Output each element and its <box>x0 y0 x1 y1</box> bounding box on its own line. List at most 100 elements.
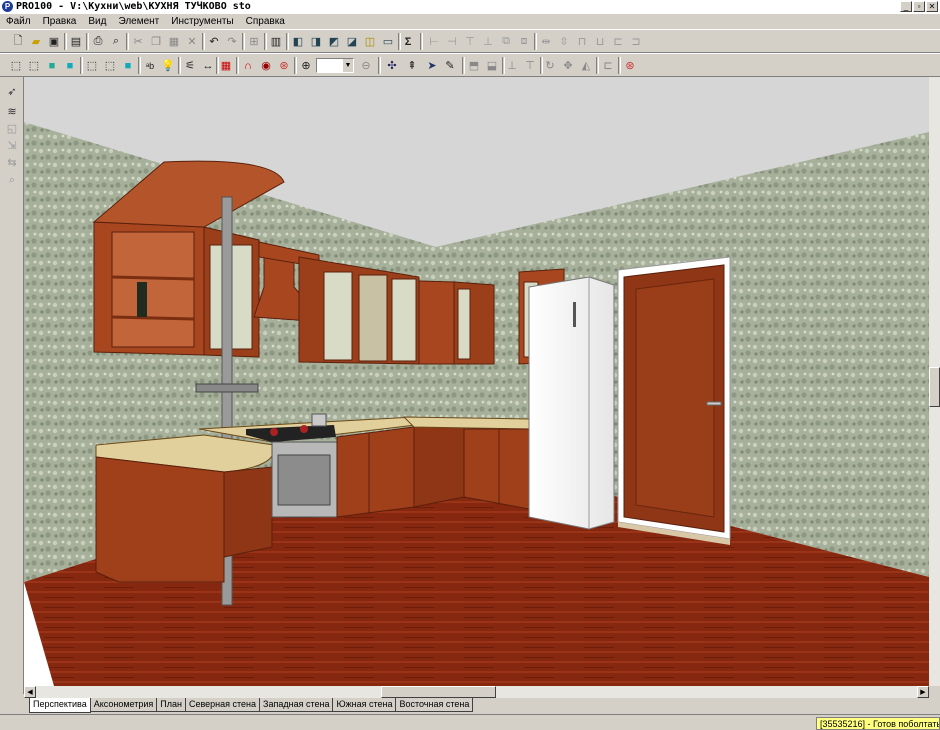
scale-object-icon[interactable]: ⇲ <box>4 139 20 154</box>
box-outline-icon[interactable]: ⬚ <box>84 58 100 73</box>
align-bottom-icon[interactable]: ⧈ <box>516 34 532 49</box>
undo-icon[interactable]: ↶ <box>206 34 222 49</box>
measure-icon[interactable]: ⚟ <box>182 58 198 73</box>
new-file-icon[interactable]: 🗋 <box>10 34 26 49</box>
align-center-icon[interactable]: ⊣ <box>444 34 460 49</box>
main-toolbar: 🗋 ▰ ▣ ▤ ⎙ ⌕ ✂ ❐ ▦ ✕ ↶ ↷ ⊞ ▥ ◧ ◨ ◩ ◪ ◫ ▭ … <box>0 29 940 53</box>
scroll-left-icon[interactable]: ◀ <box>24 686 36 698</box>
distribute-h-icon[interactable]: ⇹ <box>538 34 554 49</box>
view-tabs: Перспектива Аксонометрия План Северная с… <box>24 698 940 714</box>
print-preview-icon[interactable]: ⌕ <box>108 34 124 49</box>
paste-icon[interactable]: ▦ <box>166 34 182 49</box>
pencil-icon[interactable]: ✎ <box>442 58 458 73</box>
lifebuoy-icon[interactable]: ⊛ <box>276 58 292 73</box>
zoom-in-icon[interactable]: ⊕ <box>298 58 314 73</box>
view1-icon[interactable]: ◧ <box>290 34 306 49</box>
grid-icon[interactable]: ▦ <box>218 58 234 73</box>
properties-icon[interactable]: ⊞ <box>246 34 262 49</box>
frame-icon[interactable]: ⬒ <box>466 58 482 73</box>
print-icon[interactable]: ⎙ <box>90 34 106 49</box>
same-height-icon[interactable]: ⊔ <box>592 34 608 49</box>
magnet-icon[interactable]: ∩ <box>240 58 256 73</box>
box-solid-icon[interactable]: ■ <box>120 58 136 73</box>
wall-icon[interactable]: ≋ <box>4 105 20 120</box>
help-lifebuoy-icon[interactable]: ⊛ <box>622 58 638 73</box>
box-color-icon[interactable]: ■ <box>44 58 60 73</box>
distribute-v-icon[interactable]: ⇳ <box>556 34 572 49</box>
menu-edit[interactable]: Правка <box>37 14 83 29</box>
light-bulb-icon[interactable]: 💡 <box>160 58 176 73</box>
move-up-icon[interactable]: ⇞ <box>404 58 420 73</box>
move-icon[interactable]: ✥ <box>560 58 576 73</box>
box-front-icon[interactable]: ⬚ <box>8 58 24 73</box>
app-icon[interactable]: P <box>2 1 13 12</box>
tab-axonometry[interactable]: Аксонометрия <box>89 698 158 712</box>
dimension-tool-icon[interactable]: ⇆ <box>4 156 20 171</box>
box-outline2-icon[interactable]: ⬚ <box>102 58 118 73</box>
menu-tools[interactable]: Инструменты <box>165 14 239 29</box>
rotate-object-icon[interactable]: ◱ <box>4 122 20 137</box>
pointer-icon[interactable]: ➶ <box>4 85 20 100</box>
rotate-icon[interactable]: ↻ <box>542 58 558 73</box>
minimize-button[interactable]: _ <box>900 1 912 12</box>
horizontal-scroll-thumb[interactable] <box>381 686 496 698</box>
panel-icon[interactable]: ⊏ <box>600 58 616 73</box>
same-width-icon[interactable]: ⊓ <box>574 34 590 49</box>
snap-icon[interactable]: ✣ <box>384 58 400 73</box>
align-middle-icon[interactable]: ⧉ <box>498 34 514 49</box>
tab-west-wall[interactable]: Западная стена <box>259 698 334 712</box>
tab-east-wall[interactable]: Восточная стена <box>395 698 474 712</box>
pin2-icon[interactable]: ⊤ <box>522 58 538 73</box>
frame2-icon[interactable]: ⬓ <box>484 58 500 73</box>
zoom-out-icon[interactable]: ⊖ <box>358 58 374 73</box>
box-side-icon[interactable]: ⬚ <box>26 58 42 73</box>
tab-perspective[interactable]: Перспектива <box>29 698 91 713</box>
target-icon[interactable]: ◉ <box>258 58 274 73</box>
mirror-icon[interactable]: ◭ <box>578 58 594 73</box>
kitchen-scene <box>24 77 929 686</box>
delete-icon[interactable]: ✕ <box>184 34 200 49</box>
dimension-icon[interactable]: ↔ <box>200 58 216 73</box>
cut-icon[interactable]: ✂ <box>130 34 146 49</box>
pin-icon[interactable]: ⊥ <box>504 58 520 73</box>
zoom-level-select[interactable]: ▼ <box>316 58 354 73</box>
tab-north-wall[interactable]: Северная стена <box>184 698 261 712</box>
vertical-scroll-thumb[interactable] <box>929 367 940 407</box>
align-right-icon[interactable]: ⊤ <box>462 34 478 49</box>
3d-viewport[interactable] <box>24 77 929 686</box>
close-button[interactable]: ✕ <box>926 1 938 12</box>
copy-icon[interactable]: ❐ <box>148 34 164 49</box>
scroll-right-icon[interactable]: ▶ <box>917 686 929 698</box>
select-pointer-icon[interactable]: ➤ <box>424 58 440 73</box>
status-message: [35535216] - Готов поболтать <box>816 717 940 730</box>
menu-help[interactable]: Справка <box>240 14 291 29</box>
view5-icon[interactable]: ◫ <box>362 34 378 49</box>
align-top-icon[interactable]: ⊥ <box>480 34 496 49</box>
tab-plan[interactable]: План <box>156 698 186 712</box>
horizontal-scrollbar[interactable]: ◀ ▶ <box>24 686 929 698</box>
redo-icon[interactable]: ↷ <box>224 34 240 49</box>
same-depth-icon[interactable]: ⊏ <box>610 34 626 49</box>
maximize-button[interactable]: ▫ <box>913 1 925 12</box>
box-cyan-icon[interactable]: ■ <box>62 58 78 73</box>
catalog-icon[interactable]: ▥ <box>268 34 284 49</box>
align-left-icon[interactable]: ⊢ <box>426 34 442 49</box>
view2-icon[interactable]: ◨ <box>308 34 324 49</box>
save-icon[interactable]: ▣ <box>46 34 62 49</box>
tab-south-wall[interactable]: Южная стена <box>332 698 397 712</box>
view6-icon[interactable]: ▭ <box>380 34 396 49</box>
menu-element[interactable]: Элемент <box>112 14 165 29</box>
texture-icon[interactable]: ᵃb <box>142 58 158 73</box>
sum-icon[interactable]: Σ <box>400 34 416 49</box>
zoom-tool-icon[interactable]: ⌕ <box>4 173 20 188</box>
view3-icon[interactable]: ◩ <box>326 34 342 49</box>
chevron-down-icon[interactable]: ▼ <box>343 59 353 72</box>
vertical-scrollbar[interactable] <box>929 77 940 686</box>
view4-icon[interactable]: ◪ <box>344 34 360 49</box>
preview-icon[interactable]: ▤ <box>68 34 84 49</box>
stack-icon[interactable]: ⊐ <box>628 34 644 49</box>
open-folder-icon[interactable]: ▰ <box>28 34 44 49</box>
menu-view[interactable]: Вид <box>82 14 112 29</box>
menu-file[interactable]: Файл <box>0 14 37 29</box>
kettle <box>311 413 327 427</box>
